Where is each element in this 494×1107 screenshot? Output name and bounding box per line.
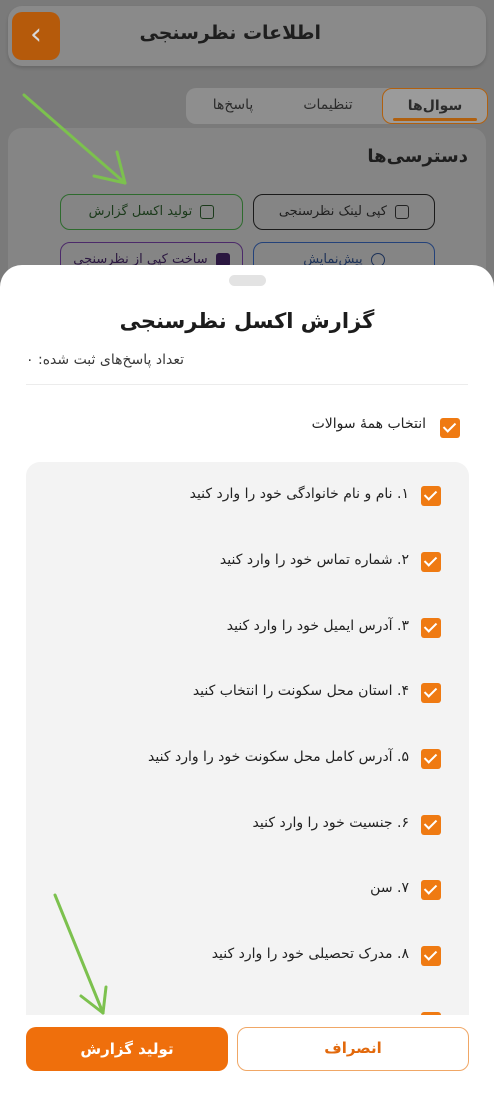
list-item[interactable]: ۳. آدرس ایمیل خود را وارد کنید xyxy=(26,614,469,644)
question-label: ۵. آدرس کامل محل سکونت خود را وارد کنید xyxy=(148,749,409,765)
list-item[interactable]: ۸. مدرک تحصیلی خود را وارد کنید xyxy=(26,942,469,972)
question-label: ۳. آدرس ایمیل خود را وارد کنید xyxy=(226,618,409,634)
copy-link-label: کپی لینک نظرسنجی xyxy=(278,204,387,219)
tab-questions[interactable]: سوال‌ها xyxy=(382,88,488,124)
question-label: ۲. شماره تماس خود را وارد کنید xyxy=(219,552,409,568)
tab-settings[interactable]: تنظیمات xyxy=(278,88,378,124)
question-checkbox[interactable] xyxy=(421,552,441,572)
divider xyxy=(26,384,468,385)
question-label: ۷. سن xyxy=(370,880,409,896)
background-app: ‹ اطلاعات نظرسنجی سوال‌ها تنظیمات پاسخ‌ه… xyxy=(0,0,494,328)
question-label: ۴. استان محل سکونت را انتخاب کنید xyxy=(192,683,409,699)
list-item[interactable]: ۴. استان محل سکونت را انتخاب کنید xyxy=(26,679,469,709)
sheet-actions: تولید گزارش انصراف xyxy=(0,1015,494,1107)
cancel-button[interactable]: انصراف xyxy=(237,1027,469,1071)
excel-report-label: تولید اکسل گزارش xyxy=(88,204,193,219)
question-label: ۱. نام و نام خانوادگی خود را وارد کنید xyxy=(189,486,409,502)
sheet-title: گزارش اکسل نظرسنجی xyxy=(119,309,375,333)
copy-link-button[interactable]: کپی لینک نظرسنجی xyxy=(253,194,435,230)
question-checkbox[interactable] xyxy=(421,486,441,506)
copy-icon xyxy=(395,204,410,219)
question-label: ۸. مدرک تحصیلی خود را وارد کنید xyxy=(211,946,409,962)
question-checkbox[interactable] xyxy=(421,618,441,638)
select-all-checkbox[interactable] xyxy=(440,418,460,438)
list-item[interactable]: ۲. شماره تماس خود را وارد کنید xyxy=(26,548,469,578)
tab-responses[interactable]: پاسخ‌ها xyxy=(188,88,278,124)
excel-report-button[interactable]: تولید اکسل گزارش xyxy=(60,194,243,230)
generate-report-button[interactable]: تولید گزارش xyxy=(26,1027,228,1071)
responses-count: تعداد پاسخ‌های ثبت شده: ۰ xyxy=(26,352,184,368)
list-item[interactable]: ۷. سن xyxy=(26,876,469,906)
back-button[interactable]: ‹ xyxy=(12,12,60,60)
select-all-label: انتخاب همهٔ سوالات xyxy=(311,416,426,432)
question-label: ۶. جنسیت خود را وارد کنید xyxy=(252,815,409,831)
question-checkbox[interactable] xyxy=(421,880,441,900)
question-checkbox[interactable] xyxy=(421,749,441,769)
question-checkbox[interactable] xyxy=(421,946,441,966)
page-title: اطلاعات نظرسنجی xyxy=(139,22,321,44)
download-icon xyxy=(200,204,215,219)
list-item[interactable]: ۱. نام و نام خانوادگی خود را وارد کنید xyxy=(26,482,469,512)
questions-list[interactable]: ۱. نام و نام خانوادگی خود را وارد کنید ۲… xyxy=(26,462,469,1032)
question-checkbox[interactable] xyxy=(421,683,441,703)
excel-report-sheet: گزارش اکسل نظرسنجی تعداد پاسخ‌های ثبت شد… xyxy=(0,265,494,1107)
chevron-left-icon: ‹ xyxy=(30,17,42,52)
tab-bar: سوال‌ها تنظیمات پاسخ‌ها xyxy=(186,88,488,124)
question-checkbox[interactable] xyxy=(421,815,441,835)
sheet-drag-handle[interactable] xyxy=(229,275,266,286)
list-item[interactable]: ۵. آدرس کامل محل سکونت خود را وارد کنید xyxy=(26,745,469,775)
list-item[interactable]: ۶. جنسیت خود را وارد کنید xyxy=(26,811,469,841)
access-title: دسترسی‌ها xyxy=(367,146,468,167)
top-bar: ‹ اطلاعات نظرسنجی xyxy=(8,6,486,66)
